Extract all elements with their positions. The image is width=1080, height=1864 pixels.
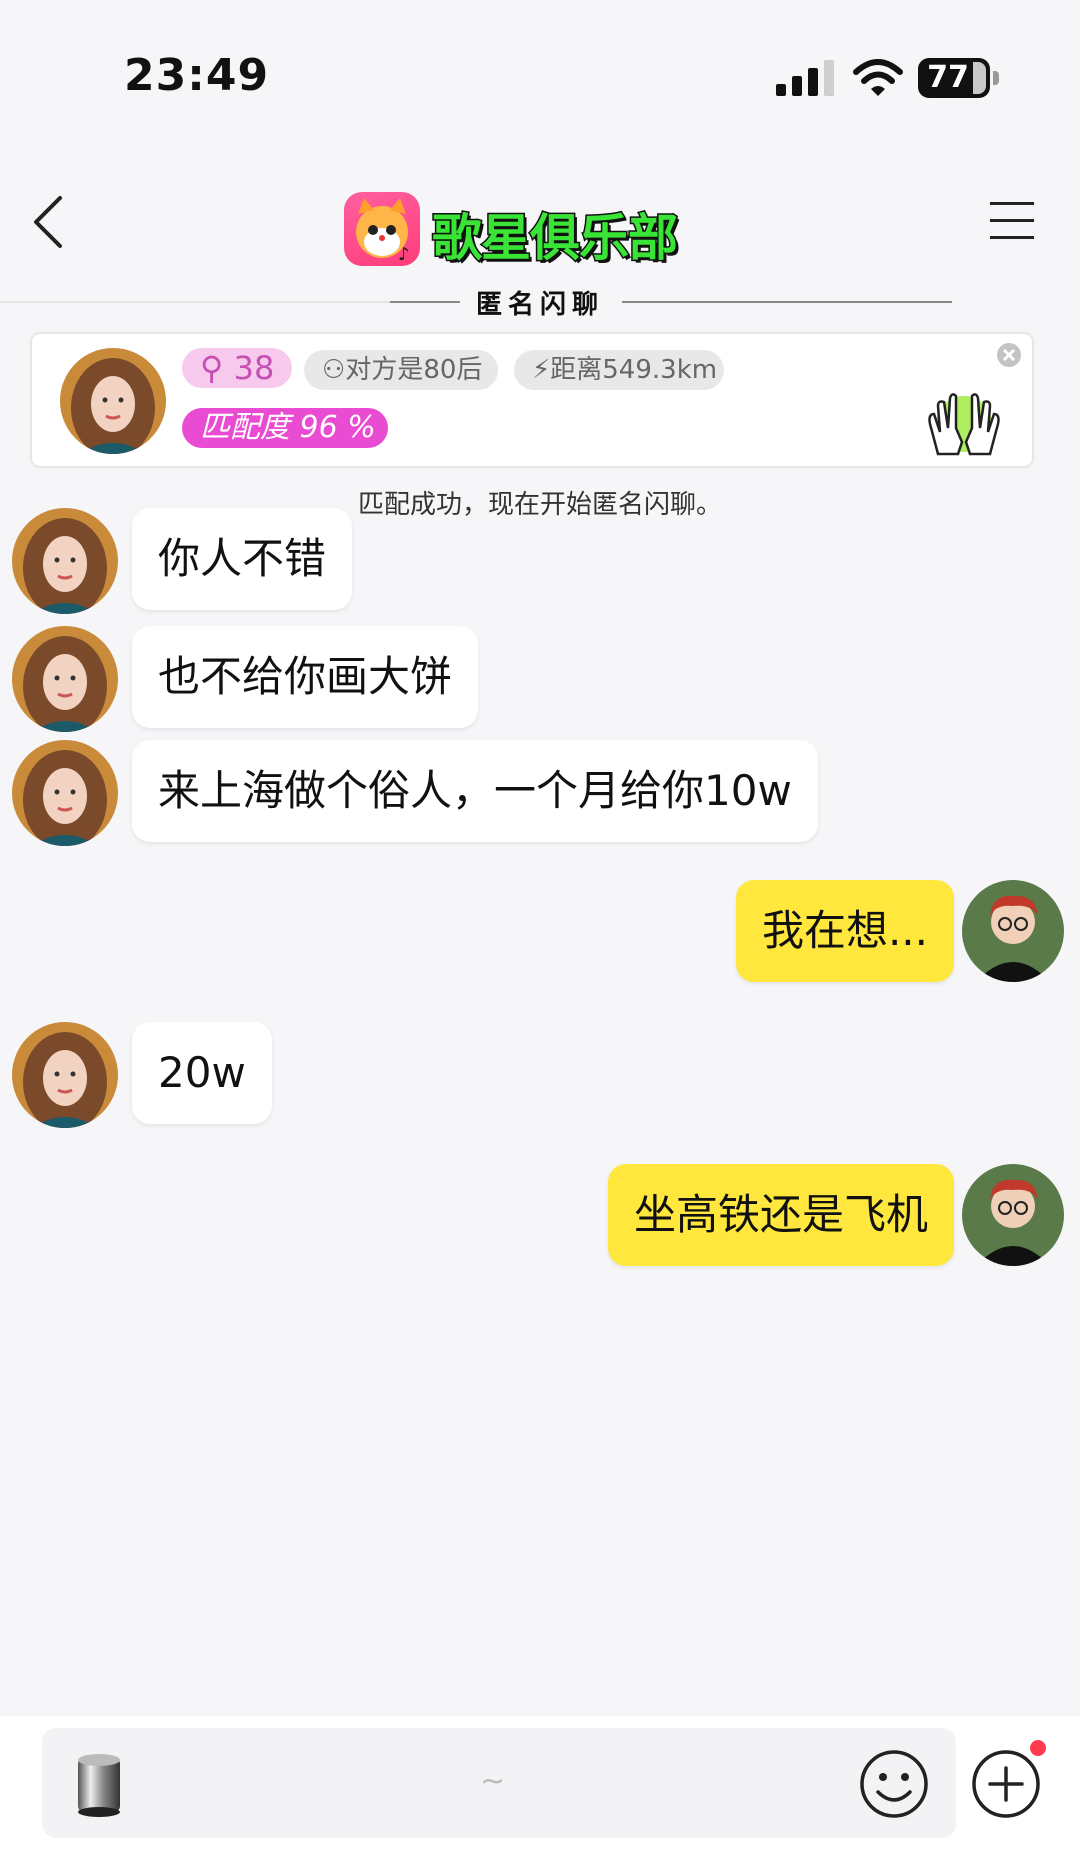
my-avatar[interactable] xyxy=(962,880,1064,982)
female-icon: ⚲ xyxy=(200,349,224,387)
emoji-icon[interactable] xyxy=(858,1748,930,1820)
running-icon: ⚡ xyxy=(532,355,551,385)
close-icon[interactable] xyxy=(996,342,1022,368)
partner-avatar[interactable] xyxy=(12,740,118,846)
app-logo: ♪ xyxy=(344,192,420,266)
wifi-icon xyxy=(853,59,903,96)
partner-avatar[interactable] xyxy=(12,626,118,732)
brand-title: 歌星俱乐部 xyxy=(431,208,680,269)
message-bubble[interactable]: 来上海做个俗人，一个月给你10w xyxy=(132,740,818,842)
input-placeholder: ~ xyxy=(480,1764,506,1799)
cellular-signal-icon xyxy=(776,60,834,96)
age-value: 38 xyxy=(233,349,275,387)
era-label: 对方是80后 xyxy=(345,355,483,385)
age-tag: ⚲ 38 xyxy=(182,348,292,388)
subtitle-row: 匿名闪聊 xyxy=(0,284,1080,320)
voice-toggle-icon[interactable] xyxy=(74,1752,124,1818)
message-bubble[interactable]: 也不给你画大饼 xyxy=(132,626,479,728)
partner-avatar[interactable] xyxy=(60,348,166,454)
people-icon: ⚇ xyxy=(322,355,346,385)
message-bubble[interactable]: 你人不错 xyxy=(132,508,353,610)
back-chevron-icon[interactable] xyxy=(26,192,76,252)
era-tag: ⚇对方是80后 xyxy=(304,350,498,390)
message-bubble[interactable]: 坐高铁还是飞机 xyxy=(607,1164,954,1266)
page-subtitle: 匿名闪聊 xyxy=(475,290,604,320)
add-icon[interactable] xyxy=(970,1748,1042,1820)
distance-tag: ⚡距离549.3km xyxy=(514,350,724,390)
my-avatar[interactable] xyxy=(962,1164,1064,1266)
status-time: 23:49 xyxy=(124,50,270,101)
battery-icon: 77 xyxy=(918,58,1000,98)
battery-level: 77 xyxy=(927,60,969,95)
svg-text:♪: ♪ xyxy=(398,244,410,265)
partner-avatar[interactable] xyxy=(12,508,118,614)
message-bubble[interactable]: 我在想... xyxy=(735,880,954,982)
menu-icon[interactable] xyxy=(988,198,1036,244)
partner-avatar[interactable] xyxy=(12,1022,118,1128)
notification-dot xyxy=(1030,1740,1046,1756)
distance-label: 距离549.3km xyxy=(550,355,718,385)
message-bubble[interactable]: 20w xyxy=(132,1022,272,1124)
high-five-icon xyxy=(928,393,1000,456)
match-score-badge: 匹配度 96 % xyxy=(182,408,388,448)
